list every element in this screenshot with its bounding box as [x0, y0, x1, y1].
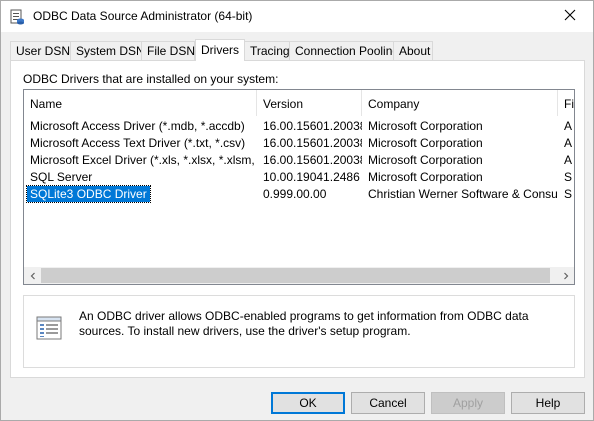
- list-header: Name Version Company Fi: [24, 90, 574, 116]
- column-header-file[interactable]: Fi: [558, 90, 574, 116]
- odbc-admin-icon: [9, 9, 25, 25]
- scroll-left-button[interactable]: [24, 267, 41, 284]
- driver-name: Microsoft Access Text Driver (*.txt, *.c…: [30, 136, 246, 150]
- help-button[interactable]: Help: [511, 392, 585, 414]
- driver-name: SQL Server: [30, 170, 93, 184]
- driver-company: Microsoft Corporation: [368, 136, 483, 150]
- drivers-tab-page: ODBC Drivers that are installed on your …: [10, 60, 585, 378]
- tab-system-dsn[interactable]: System DSN: [70, 41, 145, 60]
- table-row[interactable]: Microsoft Excel Driver (*.xls, *.xlsx, *…: [24, 152, 574, 169]
- tab-about[interactable]: About: [393, 41, 433, 60]
- scrollbar-thumb[interactable]: [41, 268, 550, 283]
- chevron-right-icon: [562, 269, 570, 283]
- driver-file: A: [564, 136, 573, 150]
- driver-file: A: [564, 119, 573, 133]
- driver-file: S: [564, 187, 573, 201]
- driver-company: Microsoft Corporation: [368, 153, 483, 167]
- driver-name: Microsoft Access Driver (*.mdb, *.accdb): [30, 119, 245, 133]
- tab-file-dsn[interactable]: File DSN: [141, 41, 195, 60]
- driver-name: SQLite3 ODBC Driver: [26, 185, 151, 203]
- tab-drivers[interactable]: Drivers: [195, 39, 245, 61]
- driver-version: 16.00.15601.20038: [263, 153, 362, 167]
- driver-version: 0.999.00.00: [263, 187, 327, 201]
- scroll-right-button[interactable]: [557, 267, 574, 284]
- installed-drivers-label: ODBC Drivers that are installed on your …: [23, 72, 279, 86]
- tab-user-dsn[interactable]: User DSN: [10, 41, 71, 60]
- driver-version: 10.00.19041.2486: [263, 170, 360, 184]
- driver-version: 16.00.15601.20038: [263, 136, 362, 150]
- ok-button[interactable]: OK: [271, 392, 345, 414]
- table-row[interactable]: Microsoft Access Driver (*.mdb, *.accdb)…: [24, 118, 574, 135]
- chevron-left-icon: [29, 269, 37, 283]
- close-icon: [564, 9, 576, 24]
- cancel-button[interactable]: Cancel: [351, 392, 425, 414]
- column-header-name[interactable]: Name: [24, 90, 257, 116]
- driver-name: Microsoft Excel Driver (*.xls, *.xlsx, *…: [30, 153, 257, 167]
- driver-company: Microsoft Corporation: [368, 119, 483, 133]
- apply-button[interactable]: Apply: [431, 392, 505, 414]
- tab-tracing[interactable]: Tracing: [244, 41, 290, 60]
- table-row[interactable]: SQL Server 10.00.19041.2486 Microsoft Co…: [24, 169, 574, 186]
- driver-company: Microsoft Corporation: [368, 170, 483, 184]
- horizontal-scrollbar[interactable]: [24, 267, 574, 284]
- tab-connection-pooling[interactable]: Connection Pooling: [289, 41, 399, 60]
- driver-version: 16.00.15601.20038: [263, 119, 362, 133]
- driver-list-icon: [34, 312, 66, 344]
- drivers-list[interactable]: Name Version Company Fi Microsoft Access…: [23, 89, 575, 285]
- driver-company: Christian Werner Software & Consulting: [368, 187, 558, 201]
- window-title: ODBC Data Source Administrator (64-bit): [33, 9, 253, 23]
- odbc-admin-window: ODBC Data Source Administrator (64-bit) …: [0, 0, 594, 421]
- title-bar[interactable]: ODBC Data Source Administrator (64-bit): [1, 1, 593, 32]
- driver-file: A: [564, 153, 573, 167]
- table-row[interactable]: Microsoft Access Text Driver (*.txt, *.c…: [24, 135, 574, 152]
- driver-info-group: An ODBC driver allows ODBC-enabled progr…: [23, 295, 575, 368]
- driver-file: S: [564, 170, 573, 184]
- close-button[interactable]: [547, 1, 593, 32]
- driver-info-text: An ODBC driver allows ODBC-enabled progr…: [79, 309, 529, 338]
- table-row-selected[interactable]: SQLite3 ODBC Driver 0.999.00.00 Christia…: [24, 185, 574, 203]
- column-header-version[interactable]: Version: [257, 90, 362, 116]
- column-header-company[interactable]: Company: [362, 90, 558, 116]
